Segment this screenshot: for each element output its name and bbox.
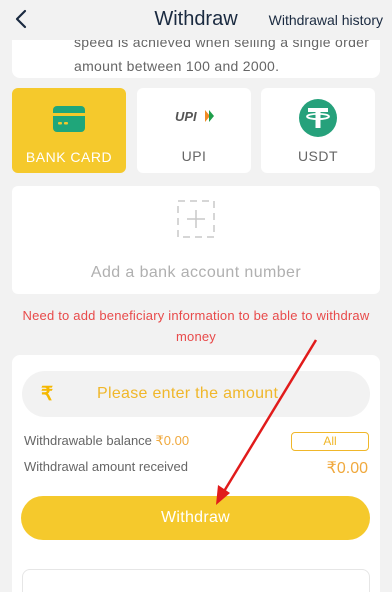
bank-card-icon [53,106,85,132]
method-label-bank-card: BANK CARD [25,149,113,165]
method-upi[interactable]: UPI UPI [137,88,251,173]
beneficiary-warning: Need to add beneficiary information to b… [22,308,370,344]
withdrawable-balance-label: Withdrawable balance [24,433,152,448]
received-amount-value: ₹0.00 [326,460,368,477]
add-plus-icon [177,200,215,238]
add-bank-account-label: Add a bank account number [90,264,302,281]
method-bank-card[interactable]: BANK CARD [12,88,126,173]
amount-input[interactable] [97,371,367,417]
amount-card: ₹ Withdrawable balance ₹0.00 All Withdra… [12,355,380,592]
tether-icon [299,99,337,137]
amount-field: ₹ [22,371,370,417]
add-bank-account-card[interactable]: Add a bank account number [12,186,380,294]
all-amount-button[interactable]: All [291,432,369,451]
withdraw-button[interactable]: Withdraw [21,496,370,540]
upi-logo-icon: UPI [175,109,214,124]
withdrawable-balance-value: ₹0.00 [155,433,190,448]
secondary-panel [22,569,370,592]
svg-text:UPI: UPI [175,109,197,124]
rupee-icon: ₹ [41,384,54,405]
method-label-usdt: USDT [297,148,339,164]
header-bar: Withdraw Withdrawal history [0,0,392,40]
received-amount-label: Withdrawal amount received [24,459,189,474]
withdrawable-balance: Withdrawable balance ₹0.00 [24,433,189,449]
withdrawal-history-link[interactable]: Withdrawal history [269,12,383,28]
notice-text-line-2: amount between 100 and 2000. [74,58,280,74]
method-usdt[interactable]: USDT [261,88,375,173]
method-label-upi: UPI [181,148,207,164]
